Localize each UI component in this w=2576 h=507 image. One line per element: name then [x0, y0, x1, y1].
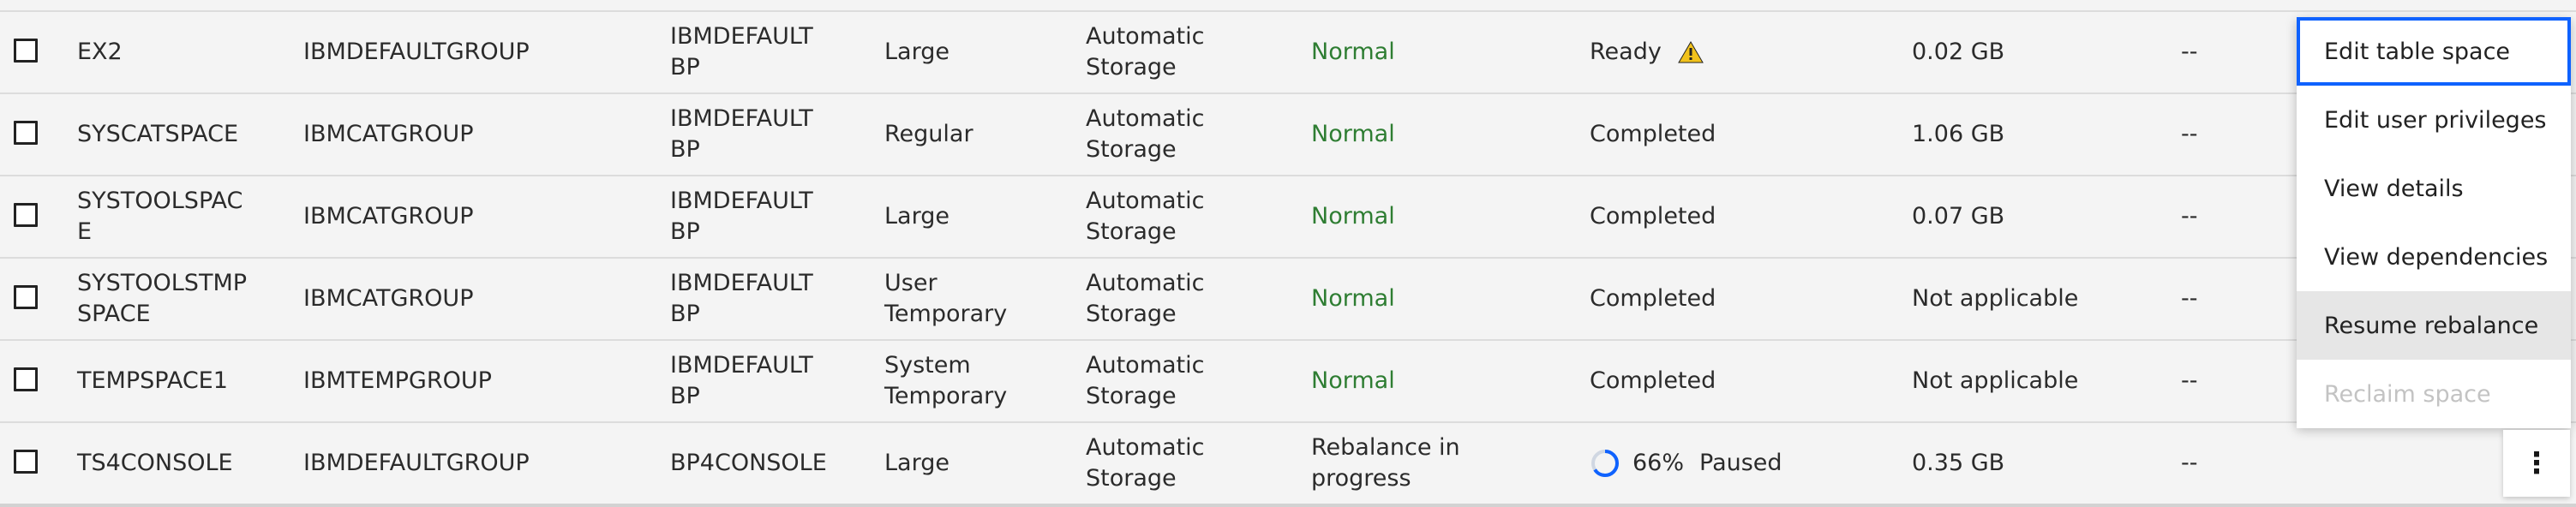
extra-value: --: [2181, 39, 2198, 65]
tablespace-name: TEMPSPACE1: [77, 367, 228, 394]
size-value: 0.02 GB: [1912, 39, 2005, 65]
row-select-checkbox[interactable]: [14, 121, 38, 145]
tablespace-name: EX2: [77, 39, 123, 65]
management-type: Automatic Storage: [1086, 23, 1205, 81]
rebalance-status: Completed: [1590, 121, 1716, 147]
row-select-checkbox[interactable]: [14, 39, 38, 63]
menu-item-resume-rebalance[interactable]: Resume rebalance: [2297, 291, 2571, 360]
buffer-pool: BP4CONSOLE: [670, 450, 827, 476]
extra-value: --: [2181, 285, 2198, 312]
overflow-menu-vertical-icon: ⋮: [2522, 446, 2551, 480]
tablespace-type: Large: [884, 450, 950, 476]
table-row[interactable]: TS4CONSOLE IBMDEFAULTGROUP BP4CONSOLE La…: [0, 423, 2576, 507]
size-value: Not applicable: [1912, 367, 2079, 394]
size-value: 0.35 GB: [1912, 450, 2005, 476]
tablespace-type: Large: [884, 39, 950, 65]
row-overflow-menu-button[interactable]: ⋮: [2503, 430, 2570, 497]
state-value: Rebalance in progress: [1311, 434, 1460, 492]
rebalance-status: 66% Paused: [1590, 423, 1898, 504]
rebalance-status: Completed: [1590, 203, 1716, 230]
state-value: Normal: [1311, 121, 1395, 147]
table-row[interactable]: SYSCATSPACE IBMCATGROUP IBMDEFAULT BP Re…: [0, 94, 2576, 176]
tablespace-type: Regular: [884, 121, 973, 147]
state-value: Normal: [1311, 285, 1395, 312]
size-value: 0.07 GB: [1912, 203, 2005, 230]
management-type: Automatic Storage: [1086, 105, 1205, 163]
tablespace-name: SYSCATSPACE: [77, 121, 239, 147]
rebalance-percent: 66%: [1632, 450, 1685, 476]
storage-group: IBMDEFAULTGROUP: [303, 450, 530, 476]
menu-item-view-details[interactable]: View details: [2297, 154, 2571, 223]
buffer-pool: IBMDEFAULT BP: [670, 23, 813, 81]
storage-group: IBMCATGROUP: [303, 203, 474, 230]
tablespace-type: System Temporary: [884, 352, 1008, 409]
extra-value: --: [2181, 121, 2198, 147]
menu-item-reclaim-space: Reclaim space: [2297, 360, 2571, 428]
extra-value: --: [2181, 450, 2198, 476]
row-select-checkbox[interactable]: [14, 285, 38, 309]
table-top-border: [0, 0, 2576, 12]
rebalance-status: Ready: [1590, 12, 1898, 92]
management-type: Automatic Storage: [1086, 188, 1205, 245]
storage-group: IBMCATGROUP: [303, 121, 474, 147]
table-row[interactable]: EX2 IBMDEFAULTGROUP IBMDEFAULT BP Large …: [0, 12, 2576, 94]
state-value: Normal: [1311, 39, 1395, 65]
row-select-checkbox[interactable]: [14, 203, 38, 227]
tablespace-name: TS4CONSOLE: [77, 450, 233, 476]
tablespace-name: SYSTOOLSPAC E: [77, 188, 243, 245]
size-value: Not applicable: [1912, 285, 2079, 312]
row-select-checkbox[interactable]: [14, 450, 38, 474]
menu-item-view-dependencies[interactable]: View dependencies: [2297, 223, 2571, 291]
tablespace-name: SYSTOOLSTMP SPACE: [77, 270, 248, 327]
table-row[interactable]: SYSTOOLSTMP SPACE IBMCATGROUP IBMDEFAULT…: [0, 259, 2576, 341]
table-row[interactable]: TEMPSPACE1 IBMTEMPGROUP IBMDEFAULT BP Sy…: [0, 341, 2576, 423]
row-select-checkbox[interactable]: [14, 367, 38, 391]
rebalance-status: Completed: [1590, 367, 1716, 394]
menu-item-edit-table-space[interactable]: Edit table space: [2297, 17, 2571, 86]
tablespace-type: Large: [884, 203, 950, 230]
tablespace-type: User Temporary: [884, 270, 1008, 327]
buffer-pool: IBMDEFAULT BP: [670, 105, 813, 163]
buffer-pool: IBMDEFAULT BP: [670, 188, 813, 245]
table-row[interactable]: SYSTOOLSPAC E IBMCATGROUP IBMDEFAULT BP …: [0, 176, 2576, 259]
rebalance-status: Completed: [1590, 285, 1716, 312]
buffer-pool: IBMDEFAULT BP: [670, 352, 813, 409]
management-type: Automatic Storage: [1086, 270, 1205, 327]
progress-spinner-icon: [1591, 450, 1619, 477]
storage-group: IBMTEMPGROUP: [303, 367, 492, 394]
menu-item-edit-user-privileges[interactable]: Edit user privileges: [2297, 86, 2571, 154]
state-value: Normal: [1311, 367, 1395, 394]
table-spaces-table: EX2 IBMDEFAULTGROUP IBMDEFAULT BP Large …: [0, 0, 2576, 507]
storage-group: IBMCATGROUP: [303, 285, 474, 312]
management-type: Automatic Storage: [1086, 352, 1205, 409]
state-value: Normal: [1311, 203, 1395, 230]
row-actions-menu: Edit table space Edit user privileges Vi…: [2297, 17, 2571, 428]
extra-value: --: [2181, 203, 2198, 230]
storage-group: IBMDEFAULTGROUP: [303, 39, 530, 65]
buffer-pool: IBMDEFAULT BP: [670, 270, 813, 327]
management-type: Automatic Storage: [1086, 434, 1205, 492]
rebalance-paused-label: Paused: [1699, 450, 1782, 476]
size-value: 1.06 GB: [1912, 121, 2005, 147]
extra-value: --: [2181, 367, 2198, 394]
warning-icon: [1677, 41, 1704, 63]
